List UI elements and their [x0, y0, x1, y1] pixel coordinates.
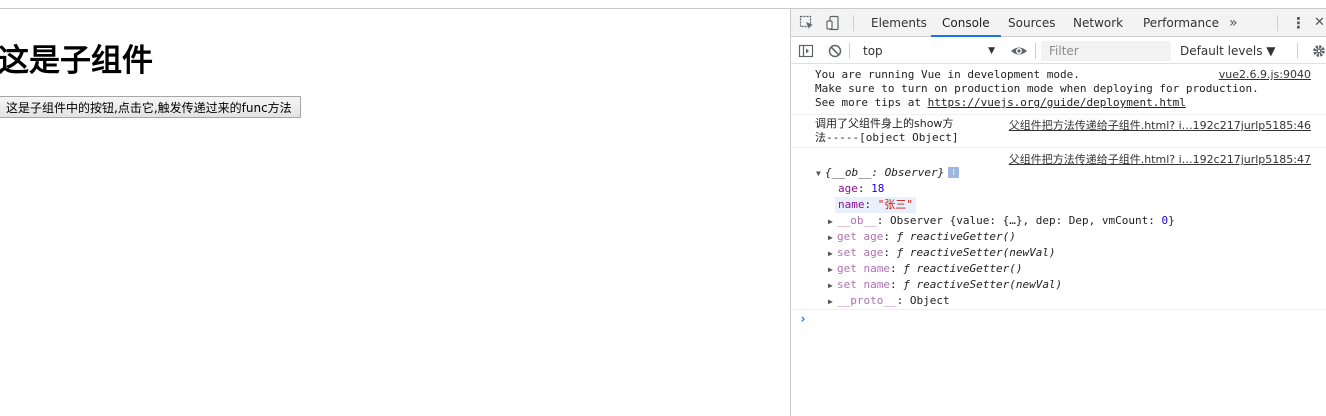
log-text: 法-----[object Object]	[815, 131, 959, 144]
more-tabs-chevron-icon[interactable]: »	[1229, 9, 1238, 37]
prop-value: Object	[909, 294, 950, 307]
dropdown-caret-icon: ▼	[988, 46, 995, 56]
collapsed-triangle-icon[interactable]: ▶	[828, 294, 837, 310]
object-accessor[interactable]: ▶ set age: ƒ reactiveSetter(newVal)	[828, 245, 1056, 262]
accessor-fn: reactiveSetter(newVal)	[909, 246, 1056, 259]
accessor-key: get name	[837, 262, 890, 275]
console-filter-input[interactable]	[1041, 41, 1171, 61]
accessor-key: get age	[837, 230, 884, 243]
console-toolbar: top ▼ Default levels ▼	[791, 38, 1326, 64]
object-accessor[interactable]: ▶ set name: ƒ reactiveSetter(newVal)	[828, 277, 1062, 294]
child-component-button[interactable]: 这是子组件中的按钮,点击它,触发传递过来的func方法	[0, 96, 301, 118]
accessor-fn: reactiveSetter(newVal)	[916, 278, 1063, 291]
object-accessor[interactable]: ▶ get name: ƒ reactiveGetter()	[828, 261, 1022, 278]
source-link[interactable]: 父组件把方法传递给子组件.html? i…192c217jurlp5185:47	[1009, 151, 1311, 167]
log-text: See more tips at https://vuejs.org/guide…	[815, 96, 1186, 110]
collapsed-triangle-icon[interactable]: ▶	[828, 262, 837, 278]
tab-network[interactable]: Network	[1073, 9, 1123, 37]
page-viewport: 这是子组件 这是子组件中的按钮,点击它,触发传递过来的func方法	[0, 9, 790, 416]
info-icon[interactable]: i	[948, 167, 960, 178]
console-message-vue-dev: You are running Vue in development mode.…	[791, 65, 1326, 115]
prop-key: name	[838, 198, 865, 211]
collapsed-triangle-icon[interactable]: ▶	[828, 230, 837, 246]
object-prop-age: age: 18	[838, 182, 885, 195]
accessor-fn: reactiveGetter()	[909, 230, 1016, 243]
log-text-prefix: See more tips at	[815, 96, 928, 109]
context-select-value: top	[863, 44, 883, 58]
log-text: 调用了父组件身上的show方	[815, 117, 954, 130]
live-expression-eye-icon[interactable]	[1010, 43, 1027, 59]
log-text: You are running Vue in development mode.	[815, 68, 1080, 81]
collapsed-triangle-icon[interactable]: ▶	[828, 246, 837, 262]
source-link[interactable]: 父组件把方法传递给子组件.html? i…192c217jurlp5185:46	[1009, 117, 1311, 133]
object-prop-ob[interactable]: ▶ __ob__: Observer {value: {…}, dep: Dep,…	[828, 213, 1175, 230]
console-message-object: 父组件把方法传递给子组件.html? i…192c217jurlp5185:47…	[791, 148, 1326, 310]
object-prop-name: name: "张三"	[835, 197, 916, 213]
close-icon[interactable]: ✕	[1314, 9, 1325, 37]
device-toolbar-icon[interactable]	[825, 15, 841, 31]
tab-separator	[1277, 15, 1278, 31]
sidebar-toggle-icon[interactable]	[798, 43, 814, 59]
tab-elements[interactable]: Elements	[871, 9, 927, 37]
object-summary: {__ob__: Observer}	[825, 166, 945, 179]
object-proto[interactable]: ▶ __proto__: Object	[828, 293, 950, 310]
devtools-panel: Elements Console Sources Network Perform…	[790, 9, 1326, 416]
tab-performance[interactable]: Performance	[1143, 9, 1219, 37]
console-message-show: 调用了父组件身上的show方 父组件把方法传递给子组件.html? i…192c…	[791, 115, 1326, 148]
toolbar-separator	[849, 43, 850, 59]
object-accessor[interactable]: ▶ get age: ƒ reactiveGetter()	[828, 229, 1016, 246]
accessor-key: set name	[837, 278, 890, 291]
prop-value: }	[1168, 214, 1175, 227]
console-prompt-chevron-icon: ›	[799, 312, 807, 327]
tab-separator	[853, 15, 854, 31]
prop-value: Observer {value: {…}, dep: Dep, vmCount:	[890, 214, 1162, 227]
collapsed-triangle-icon[interactable]: ▶	[828, 214, 837, 230]
prop-key: __proto__	[837, 294, 897, 307]
page-heading: 这是子组件	[0, 43, 153, 79]
source-link[interactable]: vue2.6.9.js:9040	[1219, 68, 1311, 81]
prop-value-string: "张三"	[877, 198, 913, 211]
prop-value-number: 18	[871, 182, 885, 195]
object-tree-root[interactable]: ▼ {__ob__: Observer} i	[816, 165, 960, 182]
expanded-triangle-icon[interactable]: ▼	[816, 166, 825, 182]
console-settings-gear-icon[interactable]	[1311, 43, 1326, 59]
log-text: Make sure to turn on production mode whe…	[815, 82, 1259, 95]
inspect-element-icon[interactable]	[799, 15, 815, 31]
accessor-key: set age	[837, 246, 884, 259]
tab-console[interactable]: Console	[931, 9, 1001, 37]
vue-deployment-link[interactable]: https://vuejs.org/guide/deployment.html	[928, 96, 1186, 109]
console-output: You are running Vue in development mode.…	[791, 65, 1326, 416]
toolbar-separator	[1297, 43, 1298, 59]
devtools-tab-bar: Elements Console Sources Network Perform…	[791, 9, 1326, 37]
collapsed-triangle-icon[interactable]: ▶	[828, 278, 837, 294]
console-prompt-row[interactable]: ›	[791, 310, 1326, 334]
prop-key: __ob__	[837, 214, 877, 227]
accessor-fn: reactiveGetter()	[916, 262, 1023, 275]
toolbar-separator	[1035, 43, 1036, 59]
context-select[interactable]: top ▼	[851, 41, 999, 61]
log-levels-dropdown[interactable]: Default levels ▼	[1180, 41, 1276, 61]
clear-console-icon[interactable]	[827, 43, 843, 59]
kebab-menu-icon[interactable]: ⋮	[1291, 9, 1306, 37]
tab-sources[interactable]: Sources	[1008, 9, 1055, 37]
prop-key: age	[838, 182, 858, 195]
